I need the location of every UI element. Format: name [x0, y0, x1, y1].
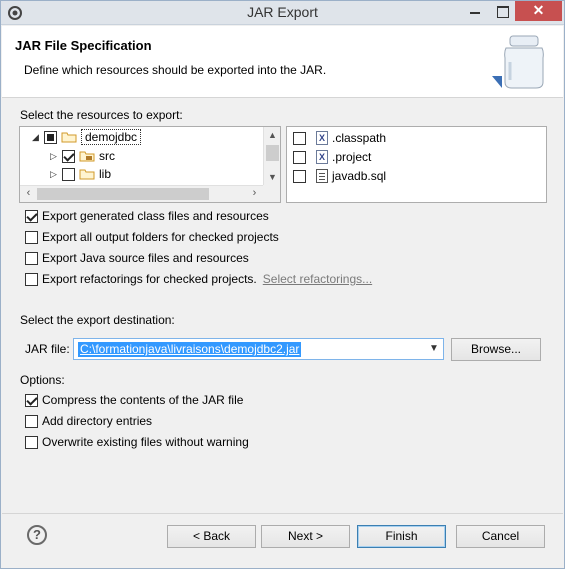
jar-file-label: JAR file: [25, 342, 70, 356]
scroll-down-icon[interactable]: ▼ [264, 169, 280, 185]
overwrite-checkbox[interactable] [25, 435, 38, 449]
title-bar: JAR Export ✕ [1, 1, 564, 25]
tree-item-label: lib [99, 167, 112, 181]
minimize-button[interactable] [461, 1, 489, 21]
export-output-folders-checkbox[interactable] [25, 230, 38, 244]
wizard-header: JAR File Specification Define which reso… [2, 26, 563, 98]
javadb-checkbox[interactable] [293, 169, 306, 183]
back-button[interactable]: < Back [167, 525, 256, 548]
scroll-thumb[interactable] [266, 145, 279, 161]
tree-item-src[interactable]: ▷ src [50, 147, 115, 165]
scrollbar-corner [263, 185, 280, 202]
file-item-label: .project [332, 150, 372, 164]
jar-icon [492, 35, 544, 89]
close-button[interactable]: ✕ [515, 1, 562, 21]
destination-label: Select the export destination: [20, 313, 175, 327]
maximize-button[interactable] [489, 1, 515, 21]
src-checkbox[interactable] [62, 149, 75, 163]
file-item-javadb[interactable]: javadb.sql [293, 167, 386, 185]
jar-export-dialog: JAR Export ✕ JAR File Specification Defi… [0, 0, 565, 569]
browse-button[interactable]: Browse... [451, 338, 541, 361]
option-label: Export generated class files and resourc… [42, 209, 269, 223]
project-checkbox[interactable] [293, 150, 306, 164]
export-refactorings-option[interactable]: Export refactorings for checked projects… [25, 271, 372, 287]
compress-option[interactable]: Compress the contents of the JAR file [25, 392, 243, 408]
option-label: Overwrite existing files without warning [42, 435, 249, 449]
sql-file-icon [316, 169, 328, 183]
tree-horizontal-scrollbar[interactable]: ‹ › [20, 185, 280, 202]
expand-icon[interactable]: ▷ [50, 169, 62, 180]
option-label: Export Java source files and resources [42, 251, 249, 265]
xml-file-icon: X [316, 150, 328, 164]
compress-checkbox[interactable] [25, 393, 38, 407]
lib-checkbox[interactable] [62, 167, 75, 181]
scroll-thumb[interactable] [37, 188, 209, 200]
footer-divider [2, 513, 563, 514]
demojdbc-checkbox[interactable] [44, 130, 57, 144]
option-label: Compress the contents of the JAR file [42, 393, 244, 407]
overwrite-option[interactable]: Overwrite existing files without warning [25, 434, 249, 450]
page-description: Define which resources should be exporte… [24, 63, 327, 77]
tree-item-demojdbc[interactable]: ◢ demojdbc [32, 128, 142, 146]
expand-icon[interactable]: ▷ [50, 151, 62, 162]
resources-label: Select the resources to export: [20, 108, 183, 122]
option-label: Add directory entries [42, 414, 153, 428]
options-label: Options: [20, 373, 65, 387]
directory-entries-option[interactable]: Add directory entries [25, 413, 152, 429]
file-item-label: javadb.sql [332, 169, 387, 183]
tree-item-lib[interactable]: ▷ lib [50, 165, 111, 183]
help-icon[interactable]: ? [27, 525, 47, 545]
jar-file-value[interactable]: C:\formationjava\livraisons\demojdbc2.ja… [78, 342, 302, 357]
scroll-up-icon[interactable]: ▲ [264, 127, 280, 143]
collapse-icon[interactable]: ◢ [32, 132, 44, 143]
cancel-button[interactable]: Cancel [456, 525, 545, 548]
page-title: JAR File Specification [15, 38, 152, 53]
export-output-folders-option[interactable]: Export all output folders for checked pr… [25, 229, 279, 245]
scroll-right-icon[interactable]: › [246, 186, 263, 202]
export-source-files-option[interactable]: Export Java source files and resources [25, 250, 249, 266]
tree-item-label: demojdbc [81, 129, 142, 145]
tree-vertical-scrollbar[interactable]: ▲ ▼ [263, 127, 280, 185]
select-refactorings-link[interactable]: Select refactorings... [263, 272, 372, 286]
tree-item-label: src [99, 149, 115, 163]
finish-button[interactable]: Finish [357, 525, 446, 548]
next-button[interactable]: Next > [261, 525, 350, 548]
folder-icon [79, 169, 95, 180]
resource-file-list[interactable]: X .classpath X .project javadb.sql [286, 126, 547, 203]
scroll-left-icon[interactable]: ‹ [20, 186, 37, 202]
xml-file-icon: X [316, 131, 328, 145]
option-label: Export all output folders for checked pr… [42, 230, 279, 244]
package-folder-icon [79, 151, 95, 162]
export-class-files-checkbox[interactable] [25, 209, 38, 223]
file-item-label: .classpath [332, 131, 387, 145]
resource-tree[interactable]: ◢ demojdbc ▷ src ▷ lib ▲ ▼ ‹ › [19, 126, 281, 203]
directory-entries-checkbox[interactable] [25, 414, 38, 428]
export-class-files-option[interactable]: Export generated class files and resourc… [25, 208, 269, 224]
option-label: Export refactorings for checked projects… [42, 272, 257, 286]
file-item-project[interactable]: X .project [293, 148, 371, 166]
file-item-classpath[interactable]: X .classpath [293, 129, 386, 147]
export-refactorings-checkbox[interactable] [25, 272, 38, 286]
classpath-checkbox[interactable] [293, 131, 306, 145]
export-source-files-checkbox[interactable] [25, 251, 38, 265]
project-folder-icon [61, 132, 77, 143]
jar-file-combo[interactable]: C:\formationjava\livraisons\demojdbc2.ja… [73, 338, 444, 360]
chevron-down-icon[interactable]: ▼ [427, 342, 441, 356]
